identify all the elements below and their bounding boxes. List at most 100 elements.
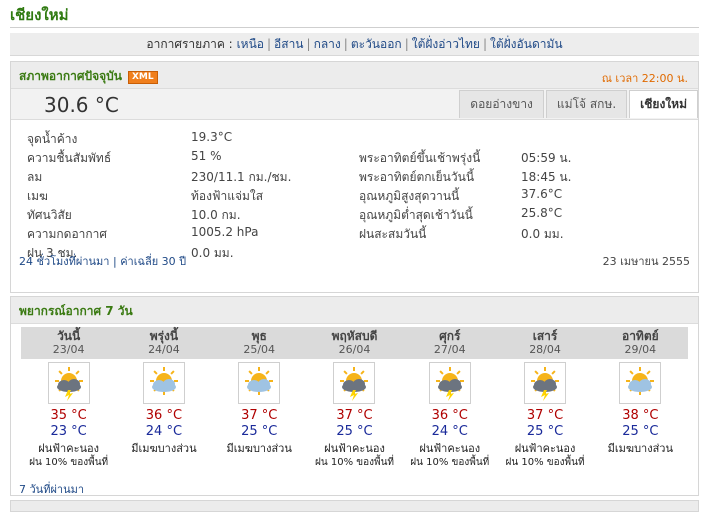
partly-cloudy-icon	[142, 362, 185, 404]
forecast-grid: วันนี้ 23/04 พรุ่งนี้ 24/04 พุธ 25/04 พฤหัสบดี…	[21, 327, 688, 469]
report-date: 23 เมษายน 2555	[602, 255, 690, 268]
forecast-high-temp: 38 °C	[622, 408, 659, 423]
xml-feed-button[interactable]: XML	[127, 71, 158, 84]
obs-left-label: เมฆ	[27, 189, 48, 203]
forecast-rain-chance: ฝน 10% ของพื้นที่	[29, 457, 109, 468]
obs-left-label: ความกดอากาศ	[27, 227, 108, 241]
forecast-day-headers: วันนี้ 23/04 พรุ่งนี้ 24/04 พุธ 25/04 พฤหัสบดี…	[21, 327, 688, 359]
obs-right-value: 0.0 มม.	[521, 227, 564, 241]
forecast-high-temp: 37 °C	[241, 408, 278, 423]
obs-right-value: 25.8°C	[521, 206, 563, 220]
current-temperature: 30.6 °C	[44, 93, 119, 117]
region-link-central[interactable]: กลาง	[314, 37, 341, 51]
region-link-north[interactable]: เหนือ	[237, 37, 264, 51]
obs-left-label: ความชื้นสัมพัทธ์	[27, 151, 112, 165]
storm-icon	[333, 362, 376, 404]
obs-left-label: จุดน้ำค้าง	[27, 132, 78, 146]
forecast-day-header: อาทิตย์ 29/04	[593, 327, 688, 359]
obs-left-value: 51 %	[191, 149, 222, 163]
obs-left-label: ลม	[27, 170, 43, 184]
forecast-day-name: พฤหัสบดี	[331, 329, 378, 343]
forecast-day-cell: 37 °C 25 °C ฝนฟ้าคะนองฝน 10% ของพื้นที่	[307, 359, 402, 469]
forecast-day-name: พุธ	[251, 329, 267, 343]
forecast-description: ฝนฟ้าคะนอง	[324, 442, 385, 455]
forecast-day-header: พรุ่งนี้ 24/04	[116, 327, 211, 359]
forecast-rain-chance: ฝน 10% ของพื้นที่	[410, 457, 490, 468]
forecast-day-cell: 38 °C 25 °C มีเมฆบางส่วน	[593, 359, 688, 469]
current-conditions-title: สภาพอากาศปัจจุบัน XML	[19, 67, 158, 86]
forecast-description: ฝนฟ้าคะนอง	[38, 442, 99, 455]
forecast-low-temp: 25 °C	[336, 424, 373, 439]
forecast-day-header: พุธ 25/04	[212, 327, 307, 359]
region-link-northeast[interactable]: อีสาน	[274, 37, 303, 51]
forecast-day-header: วันนี้ 23/04	[21, 327, 116, 359]
forecast-panel: พยากรณ์อากาศ 7 วัน วันนี้ 23/04 พรุ่งนี้ 24…	[10, 296, 699, 496]
obs-left-value: 230/11.1 กม./ชม.	[191, 170, 292, 184]
partly-cloudy-icon	[238, 362, 281, 404]
partly-cloudy-icon	[619, 362, 662, 404]
tab-station-chiang-mai[interactable]: เชียงใหม่	[629, 90, 698, 118]
current-conditions-header: สภาพอากาศปัจจุบัน XML ณ เวลา 22:00 น.	[11, 62, 698, 89]
forecast-high-temp: 35 °C	[50, 408, 87, 423]
forecast-day-date: 25/04	[243, 343, 276, 356]
region-link-south-gulf[interactable]: ใต้ฝั่งอ่าวไทย	[412, 37, 480, 51]
history-links: 24 ชั่วโมงที่ผ่านมา | ค่าเฉลี่ย 30 ปี	[19, 255, 187, 268]
tab-station-maejo[interactable]: แม่โจ้ สกษ.	[545, 90, 628, 118]
forecast-day-date: 29/04	[624, 343, 657, 356]
forecast-rain-chance: ฝน 10% ของพื้นที่	[505, 457, 585, 468]
forecast-day-header: พฤหัสบดี 26/04	[307, 327, 402, 359]
forecast-low-temp: 25 °C	[241, 424, 278, 439]
obs-left-value: ท้องฟ้าแจ่มใส	[191, 189, 264, 203]
forecast-low-temp: 23 °C	[50, 424, 87, 439]
observation-time: ณ เวลา 22:00 น.	[601, 72, 688, 85]
obs-right-label: อุณหภูมิสูงสุดวานนี้	[359, 189, 460, 203]
forecast-header: พยากรณ์อากาศ 7 วัน	[11, 297, 698, 324]
obs-right-value: 18:45 น.	[521, 170, 572, 184]
storm-icon	[47, 362, 90, 404]
forecast-day-date: 23/04	[52, 343, 85, 356]
forecast-day-date: 24/04	[148, 343, 180, 356]
forecast-day-name: ศุกร์	[439, 329, 461, 343]
current-conditions-panel: สภาพอากาศปัจจุบัน XML ณ เวลา 22:00 น. 30.…	[10, 61, 699, 293]
obs-left-value: 0.0 มม.	[191, 246, 234, 260]
average-30y-link[interactable]: ค่าเฉลี่ย 30 ปี	[120, 255, 186, 268]
forecast-description: ฝนฟ้าคะนอง	[419, 442, 481, 455]
obs-right-label: พระอาทิตย์ตกเย็นวันนี้	[359, 170, 475, 184]
forecast-day-header: ศุกร์ 27/04	[402, 327, 497, 359]
past-7-days-link[interactable]: 7 วันที่ผ่านมา	[19, 480, 84, 498]
forecast-high-temp: 37 °C	[526, 408, 564, 423]
region-link-east[interactable]: ตะวันออก	[351, 37, 402, 51]
region-link-south-andaman[interactable]: ใต้ฝั่งอันดามัน	[490, 37, 563, 51]
forecast-low-temp: 25 °C	[622, 424, 659, 439]
forecast-low-temp: 25 °C	[526, 424, 564, 439]
forecast-day-cell: 37 °C 25 °C มีเมฆบางส่วน	[212, 359, 307, 469]
forecast-day-date: 28/04	[529, 343, 561, 356]
forecast-high-temp: 36 °C	[145, 408, 183, 423]
forecast-high-temp: 36 °C	[431, 408, 468, 423]
obs-right-label: พระอาทิตย์ขึ้นเช้าพรุ่งนี้	[359, 151, 481, 165]
title-divider	[10, 27, 699, 28]
temperature-row: 30.6 °C ดอยอ่างขาง แม่โจ้ สกษ. เชียงใหม่	[11, 89, 698, 120]
forecast-day-cell: 35 °C 23 °C ฝนฟ้าคะนองฝน 10% ของพื้นที่	[21, 359, 116, 469]
observation-right: พระอาทิตย์ขึ้นเช้าพรุ่งนี้ 05:59 น. พระอาท…	[359, 149, 679, 249]
tab-station-doi-ang-khang[interactable]: ดอยอ่างขาง	[459, 90, 544, 118]
next-panel	[10, 500, 699, 512]
forecast-day-name: วันนี้	[57, 329, 81, 343]
obs-right-value: 05:59 น.	[521, 151, 572, 165]
forecast-description: มีเมฆบางส่วน	[226, 442, 292, 455]
forecast-title: พยากรณ์อากาศ 7 วัน	[19, 304, 133, 318]
obs-right-label: อุณหภูมิต่ำสุดเช้าวันนี้	[359, 208, 473, 222]
forecast-rain-chance: ฝน 10% ของพื้นที่	[314, 457, 394, 468]
region-nav-label: อากาศรายภาค :	[146, 37, 233, 51]
forecast-high-temp: 37 °C	[336, 408, 373, 423]
storm-icon	[428, 362, 471, 404]
observation-left: จุดน้ำค้าง 19.3°C ความชื้นสัมพัทธ์ 51 % ลม 23…	[27, 130, 347, 260]
forecast-day-name: เสาร์	[532, 329, 558, 343]
forecast-day-cell: 36 °C 24 °C ฝนฟ้าคะนอง ฝน 10% ของพื้นที่	[402, 359, 497, 469]
region-nav: อากาศรายภาค : เหนือ | อีสาน | กลาง | ตะวันออก |…	[10, 33, 699, 56]
obs-right-label: ฝนสะสมวันนี้	[359, 227, 427, 241]
last-24h-link[interactable]: 24 ชั่วโมงที่ผ่านมา	[19, 255, 110, 268]
storm-icon	[524, 362, 567, 404]
obs-left-value: 10.0 กม.	[191, 208, 241, 222]
station-tabs: ดอยอ่างขาง แม่โจ้ สกษ. เชียงใหม่	[457, 90, 698, 118]
